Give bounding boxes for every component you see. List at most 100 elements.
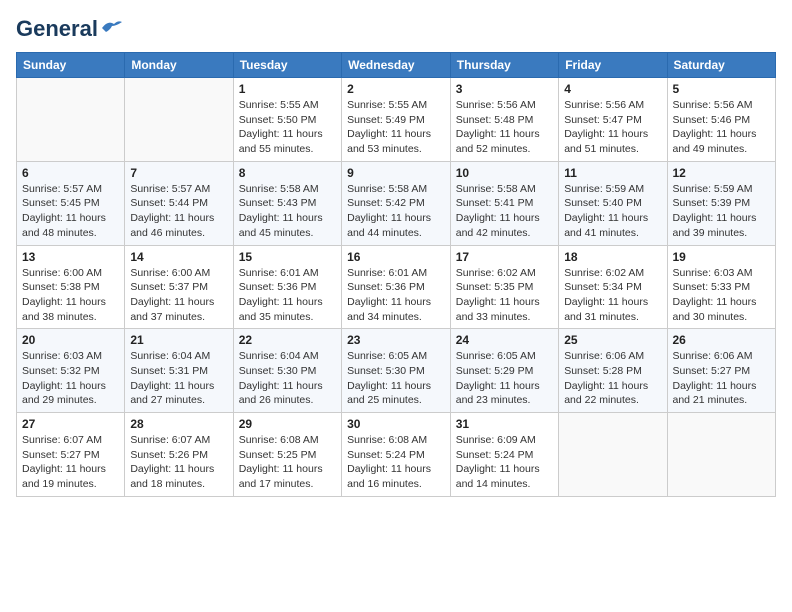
calendar-cell: 14Sunrise: 6:00 AM Sunset: 5:37 PM Dayli… [125,245,233,329]
day-number: 7 [130,166,227,180]
day-number: 16 [347,250,445,264]
day-detail: Sunrise: 6:08 AM Sunset: 5:24 PM Dayligh… [347,433,445,492]
calendar-cell: 5 Sunrise: 5:56 AM Sunset: 5:46 PM Daylig… [667,78,776,162]
column-header-wednesday: Wednesday [342,53,451,78]
calendar-cell: 20 Sunrise: 6:03 AM Sunset: 5:32 PM Dayli… [17,329,125,413]
day-number: 13 [22,250,119,264]
column-header-thursday: Thursday [450,53,558,78]
calendar-cell: 1 Sunrise: 5:55 AM Sunset: 5:50 PM Daylig… [233,78,341,162]
day-detail: Sunrise: 6:04 AM Sunset: 5:30 PM Dayligh… [239,349,336,408]
calendar-cell [559,413,667,497]
logo: General [16,16,122,40]
calendar-cell: 4 Sunrise: 5:56 AM Sunset: 5:47 PM Daylig… [559,78,667,162]
day-number: 5 [673,82,771,96]
day-number: 14 [130,250,227,264]
day-number: 2 [347,82,445,96]
logo-bird-icon [100,18,122,36]
day-number: 29 [239,417,336,431]
calendar-cell: 12 Sunrise: 5:59 AM Sunset: 5:39 PM Dayli… [667,161,776,245]
calendar-cell [17,78,125,162]
day-detail: Sunrise: 6:01 AM Sunset: 5:36 PM Dayligh… [239,266,336,325]
calendar-cell: 9 Sunrise: 5:58 AM Sunset: 5:42 PM Daylig… [342,161,451,245]
calendar-week-row: 6 Sunrise: 5:57 AM Sunset: 5:45 PM Daylig… [17,161,776,245]
day-detail: Sunrise: 5:58 AM Sunset: 5:43 PM Dayligh… [239,182,336,241]
calendar-cell: 15 Sunrise: 6:01 AM Sunset: 5:36 PM Dayli… [233,245,341,329]
day-detail: Sunrise: 5:57 AM Sunset: 5:45 PM Dayligh… [22,182,119,241]
day-detail: Sunrise: 5:58 AM Sunset: 5:41 PM Dayligh… [456,182,553,241]
calendar-cell [125,78,233,162]
calendar-cell: 17Sunrise: 6:02 AM Sunset: 5:35 PM Dayli… [450,245,558,329]
calendar-cell: 26Sunrise: 6:06 AM Sunset: 5:27 PM Dayli… [667,329,776,413]
calendar-cell: 22 Sunrise: 6:04 AM Sunset: 5:30 PM Dayli… [233,329,341,413]
day-detail: Sunrise: 5:56 AM Sunset: 5:46 PM Dayligh… [673,98,771,157]
day-number: 8 [239,166,336,180]
calendar-week-row: 27 Sunrise: 6:07 AM Sunset: 5:27 PM Dayli… [17,413,776,497]
day-number: 12 [673,166,771,180]
day-detail: Sunrise: 6:05 AM Sunset: 5:30 PM Dayligh… [347,349,445,408]
calendar-cell: 30Sunrise: 6:08 AM Sunset: 5:24 PM Dayli… [342,413,451,497]
calendar-cell: 27 Sunrise: 6:07 AM Sunset: 5:27 PM Dayli… [17,413,125,497]
day-number: 23 [347,333,445,347]
calendar-week-row: 1 Sunrise: 5:55 AM Sunset: 5:50 PM Daylig… [17,78,776,162]
day-detail: Sunrise: 6:08 AM Sunset: 5:25 PM Dayligh… [239,433,336,492]
day-number: 9 [347,166,445,180]
column-header-monday: Monday [125,53,233,78]
day-number: 21 [130,333,227,347]
day-detail: Sunrise: 5:59 AM Sunset: 5:40 PM Dayligh… [564,182,661,241]
day-number: 20 [22,333,119,347]
day-detail: Sunrise: 6:06 AM Sunset: 5:27 PM Dayligh… [673,349,771,408]
day-detail: Sunrise: 5:58 AM Sunset: 5:42 PM Dayligh… [347,182,445,241]
day-number: 31 [456,417,553,431]
calendar-week-row: 13 Sunrise: 6:00 AM Sunset: 5:38 PM Dayli… [17,245,776,329]
day-number: 10 [456,166,553,180]
day-number: 28 [130,417,227,431]
calendar-cell: 29 Sunrise: 6:08 AM Sunset: 5:25 PM Dayli… [233,413,341,497]
day-number: 22 [239,333,336,347]
day-detail: Sunrise: 5:55 AM Sunset: 5:50 PM Dayligh… [239,98,336,157]
day-detail: Sunrise: 5:57 AM Sunset: 5:44 PM Dayligh… [130,182,227,241]
column-header-saturday: Saturday [667,53,776,78]
day-detail: Sunrise: 5:56 AM Sunset: 5:47 PM Dayligh… [564,98,661,157]
calendar-cell: 28Sunrise: 6:07 AM Sunset: 5:26 PM Dayli… [125,413,233,497]
day-number: 15 [239,250,336,264]
calendar-week-row: 20 Sunrise: 6:03 AM Sunset: 5:32 PM Dayli… [17,329,776,413]
column-header-tuesday: Tuesday [233,53,341,78]
calendar-cell: 2 Sunrise: 5:55 AM Sunset: 5:49 PM Daylig… [342,78,451,162]
day-detail: Sunrise: 6:01 AM Sunset: 5:36 PM Dayligh… [347,266,445,325]
day-detail: Sunrise: 6:03 AM Sunset: 5:33 PM Dayligh… [673,266,771,325]
day-detail: Sunrise: 6:04 AM Sunset: 5:31 PM Dayligh… [130,349,227,408]
calendar-cell: 11Sunrise: 5:59 AM Sunset: 5:40 PM Dayli… [559,161,667,245]
calendar-cell: 31 Sunrise: 6:09 AM Sunset: 5:24 PM Dayli… [450,413,558,497]
calendar-cell: 3Sunrise: 5:56 AM Sunset: 5:48 PM Daylig… [450,78,558,162]
day-detail: Sunrise: 5:59 AM Sunset: 5:39 PM Dayligh… [673,182,771,241]
day-detail: Sunrise: 6:02 AM Sunset: 5:34 PM Dayligh… [564,266,661,325]
calendar-cell: 18 Sunrise: 6:02 AM Sunset: 5:34 PM Dayli… [559,245,667,329]
day-number: 6 [22,166,119,180]
day-detail: Sunrise: 6:00 AM Sunset: 5:38 PM Dayligh… [22,266,119,325]
calendar-cell: 7 Sunrise: 5:57 AM Sunset: 5:44 PM Daylig… [125,161,233,245]
calendar-cell: 21 Sunrise: 6:04 AM Sunset: 5:31 PM Dayli… [125,329,233,413]
calendar-cell: 25Sunrise: 6:06 AM Sunset: 5:28 PM Dayli… [559,329,667,413]
calendar-cell: 8 Sunrise: 5:58 AM Sunset: 5:43 PM Daylig… [233,161,341,245]
day-detail: Sunrise: 5:55 AM Sunset: 5:49 PM Dayligh… [347,98,445,157]
day-number: 4 [564,82,661,96]
day-number: 24 [456,333,553,347]
calendar-cell [667,413,776,497]
day-detail: Sunrise: 6:05 AM Sunset: 5:29 PM Dayligh… [456,349,553,408]
calendar-table: SundayMondayTuesdayWednesdayThursdayFrid… [16,52,776,497]
calendar-cell: 24 Sunrise: 6:05 AM Sunset: 5:29 PM Dayli… [450,329,558,413]
day-number: 18 [564,250,661,264]
day-number: 19 [673,250,771,264]
day-detail: Sunrise: 6:06 AM Sunset: 5:28 PM Dayligh… [564,349,661,408]
day-detail: Sunrise: 6:09 AM Sunset: 5:24 PM Dayligh… [456,433,553,492]
calendar-cell: 16 Sunrise: 6:01 AM Sunset: 5:36 PM Dayli… [342,245,451,329]
column-header-sunday: Sunday [17,53,125,78]
column-header-friday: Friday [559,53,667,78]
day-number: 27 [22,417,119,431]
day-number: 1 [239,82,336,96]
page-header: General [16,16,776,40]
calendar-cell: 6 Sunrise: 5:57 AM Sunset: 5:45 PM Daylig… [17,161,125,245]
day-detail: Sunrise: 6:07 AM Sunset: 5:27 PM Dayligh… [22,433,119,492]
calendar-header-row: SundayMondayTuesdayWednesdayThursdayFrid… [17,53,776,78]
day-detail: Sunrise: 6:03 AM Sunset: 5:32 PM Dayligh… [22,349,119,408]
